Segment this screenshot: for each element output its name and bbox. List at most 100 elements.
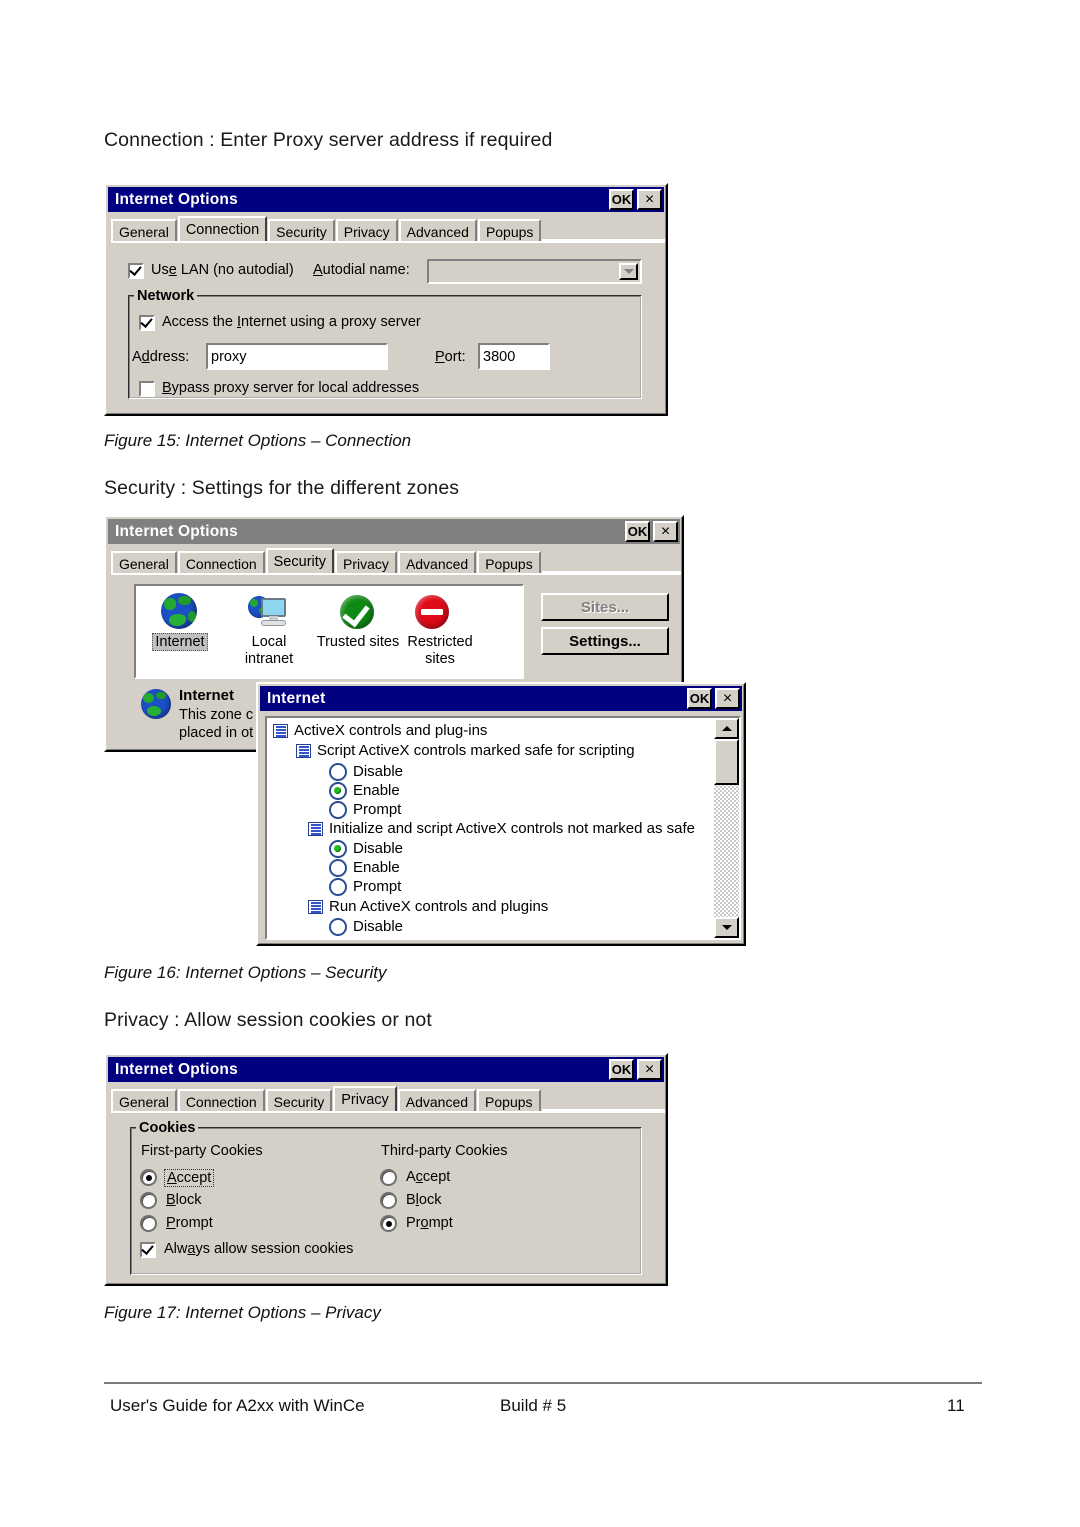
list-item[interactable]: Prompt — [271, 800, 701, 820]
scrollbar-thumb[interactable] — [714, 739, 739, 785]
chevron-down-icon[interactable] — [619, 263, 638, 280]
titlebar: Internet Options OK × — [108, 187, 664, 212]
radio-enable[interactable] — [329, 782, 347, 800]
third-party-cookies-label: Third-party Cookies — [381, 1143, 508, 1159]
radio-prompt[interactable] — [329, 801, 347, 819]
list-item[interactable]: Disable — [271, 762, 701, 782]
zone-caption-trusted-sites: Trusted sites — [312, 634, 404, 651]
tab-general[interactable]: General — [111, 1089, 177, 1111]
trusted-check-icon — [340, 595, 374, 629]
list-item-label: Script ActiveX controls marked safe for … — [317, 742, 635, 759]
tab-advanced[interactable]: Advanced — [397, 551, 477, 573]
zone-label-restricted-sites-line2[interactable]: sites — [425, 651, 455, 667]
heading-connection: Connection : Enter Proxy server address … — [104, 129, 553, 151]
zone-list[interactable]: Internet Local intranet Trusted sites Re… — [134, 584, 524, 679]
use-proxy-checkbox[interactable] — [139, 315, 155, 331]
ok-button[interactable]: OK — [609, 189, 634, 210]
scroll-up-button[interactable] — [714, 718, 739, 739]
first-party-accept-label: Accept — [164, 1169, 215, 1187]
close-icon[interactable]: × — [637, 1059, 662, 1080]
always-allow-session-cookies-label: Always allow session cookies — [164, 1241, 354, 1257]
use-lan-checkbox[interactable] — [128, 263, 144, 279]
list-item[interactable]: Disable — [271, 917, 701, 937]
list-item-label: Enable — [353, 859, 400, 876]
internet-options-connection-dialog: Internet Options OK × General Connection… — [104, 183, 668, 416]
list-item-label: Initialize and script ActiveX controls n… — [329, 820, 696, 837]
tab-privacy[interactable]: Privacy — [335, 219, 398, 241]
first-party-block-radio[interactable] — [140, 1192, 157, 1209]
ok-button[interactable]: OK — [609, 1059, 634, 1080]
zone-label-trusted-sites[interactable]: Trusted sites — [317, 634, 399, 650]
first-party-prompt-radio[interactable] — [140, 1215, 157, 1232]
close-icon[interactable]: × — [637, 189, 662, 210]
list-item-label: Prompt — [353, 878, 402, 895]
tab-advanced[interactable]: Advanced — [397, 1089, 477, 1111]
titlebar: Internet OK × — [260, 686, 742, 711]
ok-button[interactable]: OK — [625, 521, 650, 542]
tab-popups[interactable]: Popups — [477, 219, 542, 241]
close-icon[interactable]: × — [715, 688, 740, 709]
sites-button[interactable]: Sites... — [541, 593, 669, 621]
proxy-port-input[interactable]: 3800 — [478, 343, 550, 370]
heading-privacy: Privacy : Allow session cookies or not — [104, 1009, 432, 1031]
bypass-proxy-checkbox[interactable] — [139, 381, 155, 397]
footer-center: Build # 5 — [500, 1396, 567, 1415]
list-item-label: ActiveX controls and plug-ins — [294, 722, 488, 739]
list-item[interactable]: ActiveX controls and plug-ins — [271, 721, 701, 742]
proxy-address-input[interactable]: proxy — [206, 343, 388, 370]
port-label: Port: — [435, 349, 466, 365]
radio-prompt[interactable] — [329, 878, 347, 896]
proxy-address-value: proxy — [211, 348, 247, 365]
settings-button[interactable]: Settings... — [541, 627, 669, 655]
tab-general[interactable]: General — [111, 551, 177, 573]
radio-disable[interactable] — [329, 918, 347, 936]
zone-label-local-intranet-line2[interactable]: intranet — [245, 651, 293, 667]
use-lan-label: Use LAN (no autodial) — [151, 262, 294, 278]
zone-label-local-intranet-line1[interactable]: Local — [252, 634, 287, 650]
zone-label-internet[interactable]: Internet — [152, 633, 208, 651]
scroll-down-button[interactable] — [714, 917, 739, 938]
tab-connection[interactable]: Connection — [177, 551, 265, 573]
vertical-scrollbar[interactable] — [714, 718, 739, 938]
ok-button[interactable]: OK — [687, 688, 712, 709]
tab-popups[interactable]: Popups — [477, 1089, 541, 1111]
close-icon[interactable]: × — [653, 521, 678, 542]
list-item[interactable]: Prompt — [271, 877, 701, 897]
list-item[interactable]: Disable — [271, 839, 701, 859]
list-item[interactable]: Initialize and script ActiveX controls n… — [271, 819, 731, 840]
list-item[interactable]: Enable — [271, 858, 701, 878]
sites-button-label: Sites... — [580, 598, 630, 616]
tab-general[interactable]: General — [111, 219, 177, 241]
category-icon — [308, 900, 323, 914]
tab-security[interactable]: Security — [268, 219, 335, 241]
list-item[interactable]: Run ActiveX controls and plugins — [271, 897, 701, 918]
list-item[interactable]: Enable — [271, 781, 701, 801]
tab-security[interactable]: Security — [265, 1089, 333, 1111]
tab-connection[interactable]: Connection — [177, 216, 268, 241]
heading-security: Security : Settings for the different zo… — [104, 477, 460, 499]
always-allow-session-cookies-checkbox[interactable] — [140, 1242, 156, 1258]
footer-left: User's Guide for A2xx with WinCe — [110, 1396, 365, 1415]
tab-privacy[interactable]: Privacy — [333, 1086, 397, 1111]
autodial-name-combo[interactable] — [427, 259, 642, 284]
third-party-prompt-radio[interactable] — [380, 1215, 397, 1232]
address-label: Address: — [132, 349, 190, 365]
tab-connection[interactable]: Connection — [177, 1089, 265, 1111]
first-party-block-label: Block — [166, 1192, 202, 1208]
first-party-accept-radio[interactable] — [140, 1169, 157, 1186]
zone-label-restricted-sites-line1[interactable]: Restricted — [407, 634, 472, 650]
third-party-block-radio[interactable] — [380, 1192, 397, 1209]
list-item[interactable]: Script ActiveX controls marked safe for … — [271, 741, 701, 762]
dialog-title: Internet — [267, 689, 326, 707]
category-icon — [308, 822, 323, 836]
security-settings-list[interactable]: ActiveX controls and plug-ins Script Act… — [265, 716, 741, 940]
radio-enable[interactable] — [329, 859, 347, 877]
tab-privacy[interactable]: Privacy — [335, 551, 397, 573]
radio-disable[interactable] — [329, 763, 347, 781]
restricted-deny-icon — [415, 595, 449, 629]
tab-advanced[interactable]: Advanced — [398, 219, 477, 241]
tab-security[interactable]: Security — [265, 548, 335, 573]
radio-disable[interactable] — [329, 840, 347, 858]
tab-popups[interactable]: Popups — [477, 551, 541, 573]
third-party-accept-radio[interactable] — [380, 1169, 397, 1186]
